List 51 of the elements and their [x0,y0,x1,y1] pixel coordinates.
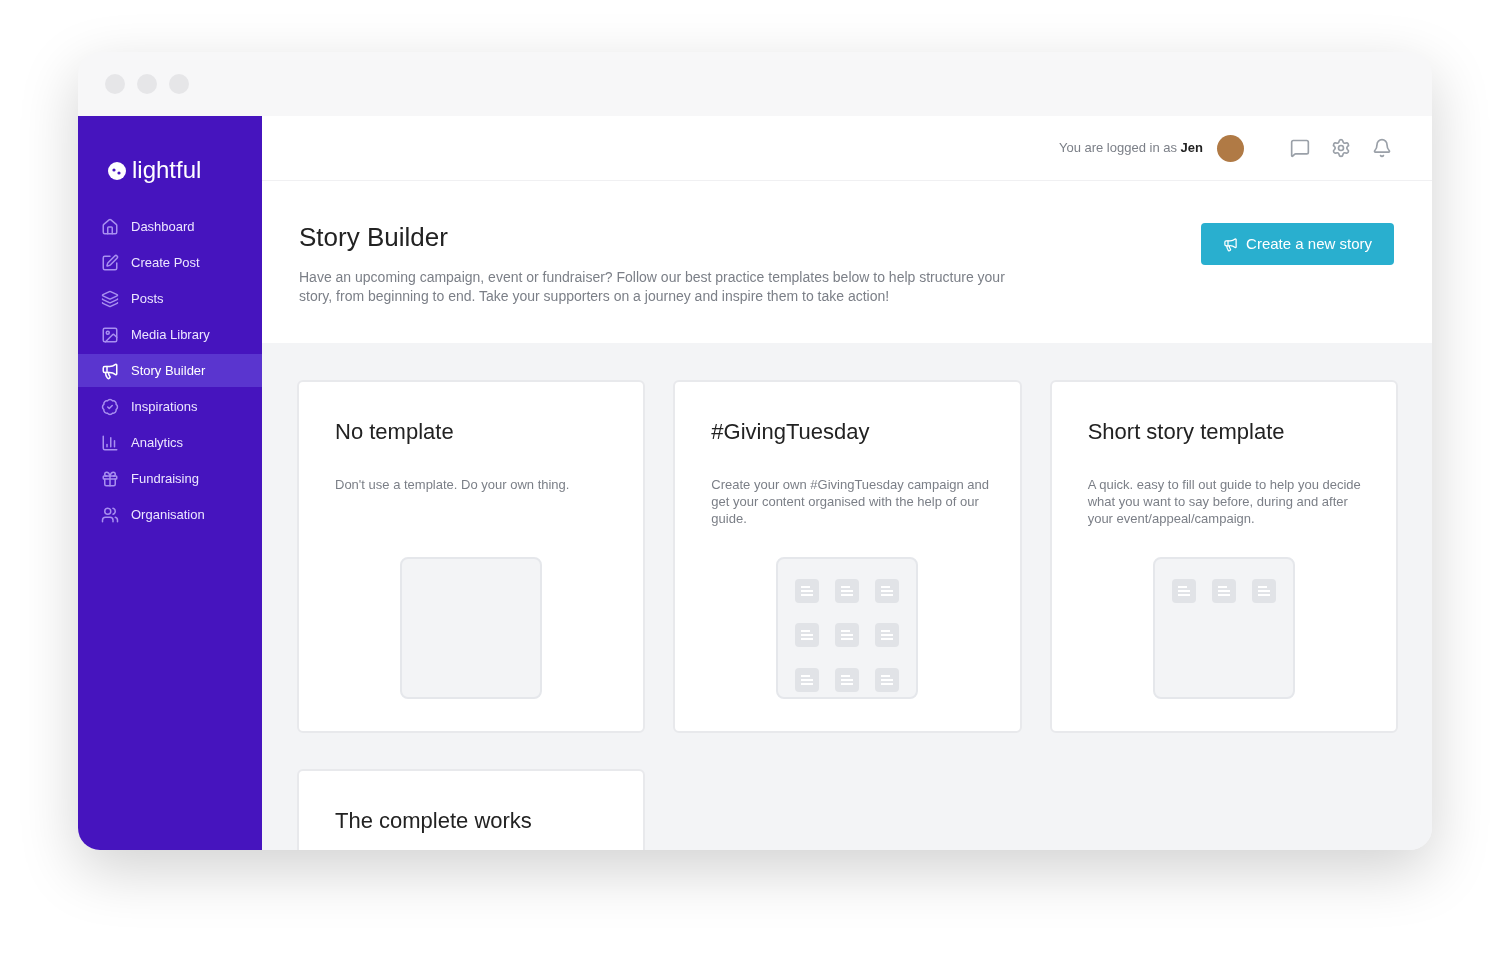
sidebar-item[interactable]: Create Post [78,246,262,279]
logo-face-icon [106,159,128,181]
page-title: Story Builder [299,221,449,254]
template-card[interactable]: #GivingTuesday Create your own #GivingTuesday campaign and get your content organised with the help of our guide. [673,380,1022,733]
document-tile-icon [835,578,860,603]
document-tile-icon [795,623,820,648]
house-icon [101,217,119,236]
template-card[interactable]: The complete works [297,769,646,850]
megaphone-icon [1223,236,1239,252]
picture-icon [101,325,119,344]
document-tile-icon [835,623,860,648]
card-title: No template [335,418,455,446]
sidebar-item[interactable]: Dashboard [78,210,262,243]
document-tile-icon [875,623,900,648]
card-description: Don't use a template. Do your own thing. [335,475,571,494]
sidebar-item[interactable]: Organisation [78,498,262,531]
pencil-square-icon [101,253,119,272]
card-title: #GivingTuesday [711,418,871,446]
document-tile-icon [875,667,900,692]
document-tile-icon [795,578,820,603]
sidebar-item[interactable]: Fundraising [78,462,262,495]
app-logo: lightful [106,152,202,188]
template-card[interactable]: No template Don't use a template. Do your own thing. [297,380,646,733]
card-title: The complete works [335,807,533,835]
document-tile-icon [875,578,900,603]
card-title: Short story template [1087,418,1286,446]
notifications-icon[interactable] [1372,138,1392,158]
settings-icon[interactable] [1331,138,1351,158]
people-icon [101,505,119,524]
document-tile-icon [795,667,820,692]
document-tile-icon [1211,578,1236,603]
bar-chart-icon [101,433,119,452]
sidebar-item[interactable]: Posts [78,282,262,315]
card-description: A quick. easy to fill out guide to help you decide what you want to say before, during and after your event/appeal/campaign. [1087,475,1362,527]
megaphone-icon [101,361,119,380]
sidebar-item[interactable]: Media Library [78,318,262,351]
chat-icon[interactable] [1290,138,1310,158]
document-tile-icon [835,667,860,692]
sidebar-item[interactable]: Analytics [78,426,262,459]
document-tile-icon [1171,578,1196,603]
sidebar-item[interactable]: Inspirations [78,390,262,423]
gift-icon [101,469,119,488]
document-tile-icon [1251,578,1276,603]
sidebar-item[interactable]: Story Builder [78,354,262,387]
login-status: You are logged in as Jen [1058,139,1203,158]
avatar[interactable] [1217,134,1244,162]
layers-icon [101,289,119,308]
page-description: Have an upcoming campaign, event or fundraiser? Follow our best practice templates below to help structure your story, from beginning to end. Take your supporters on a journey and inspire them to take action! [299,267,1006,306]
card-description: Create your own #GivingTuesday campaign and get your content organised with the help of our guide. [711,475,990,527]
badge-icon [101,397,119,416]
template-card[interactable]: Short story template A quick. easy to fill out guide to help you decide what you want to say before, during and after your event/appeal/campaign. [1049,380,1398,733]
